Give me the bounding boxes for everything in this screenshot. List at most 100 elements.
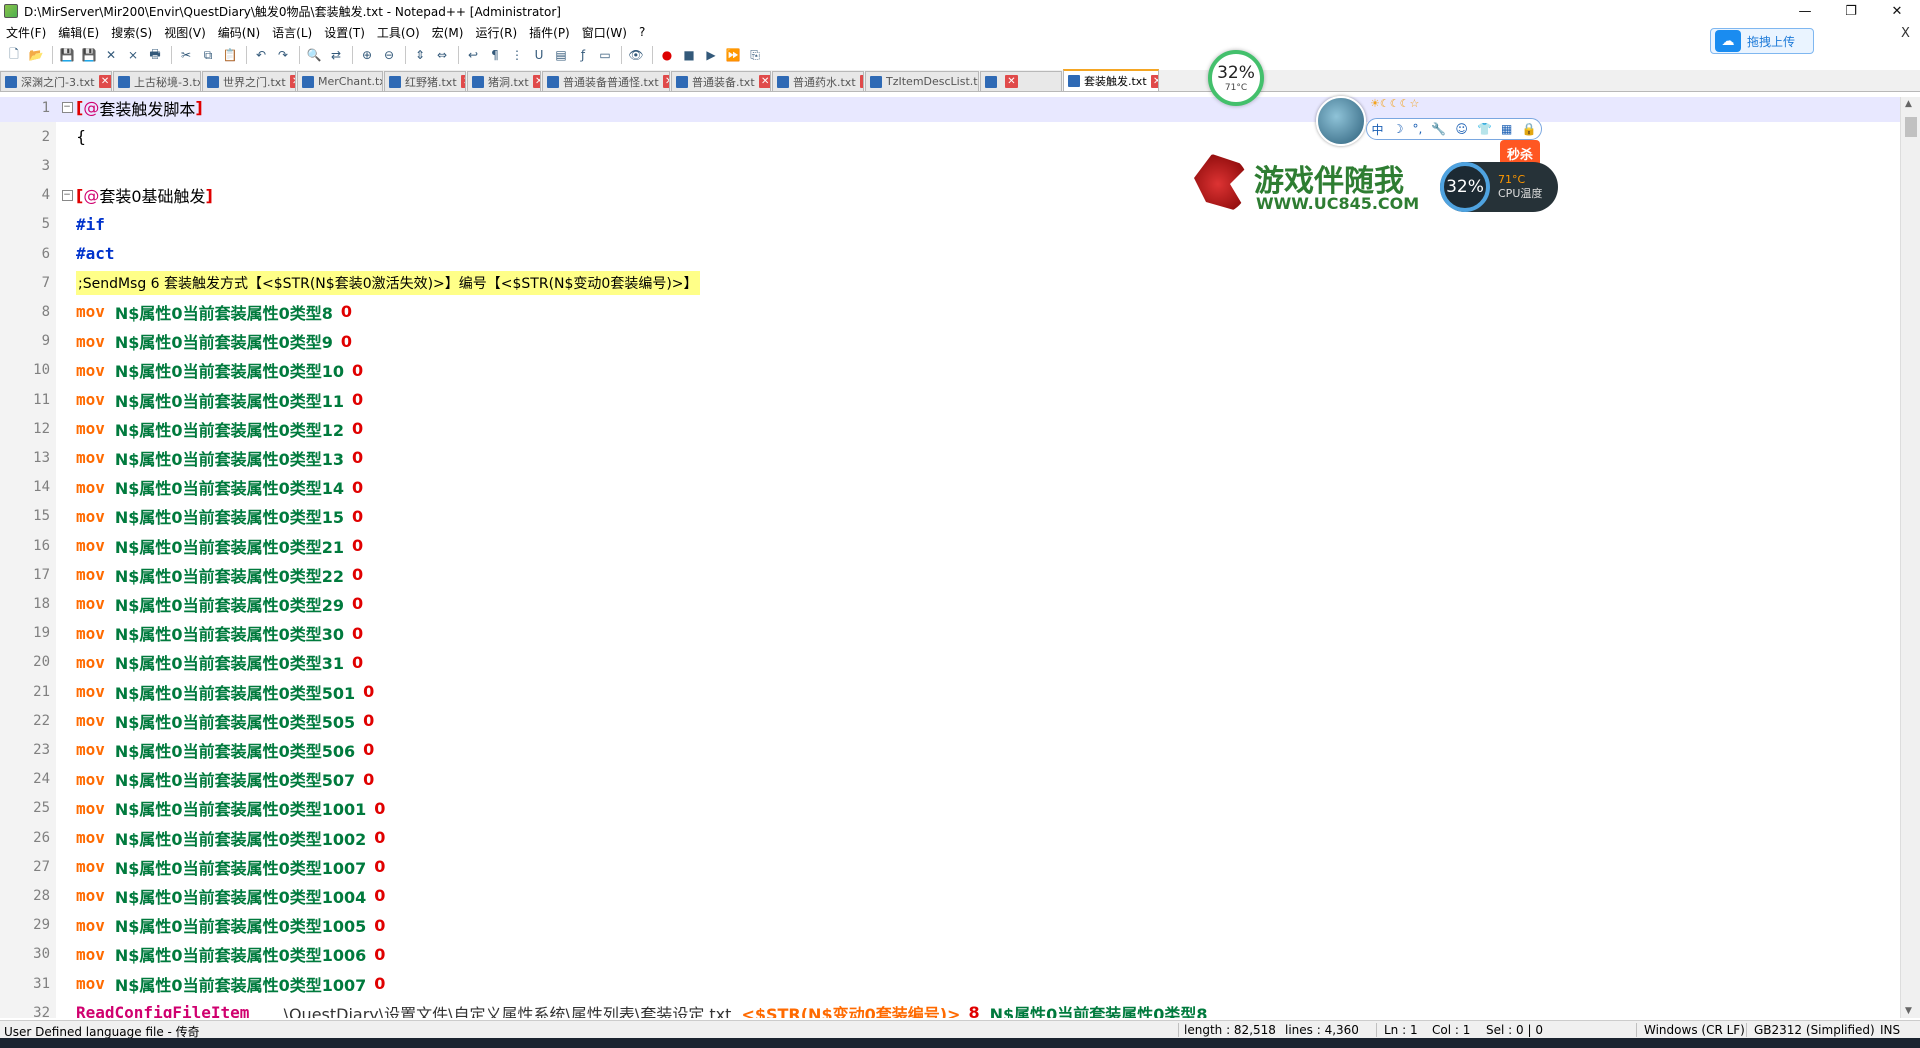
- menu-item[interactable]: 窗口(W): [576, 24, 633, 41]
- stop-icon[interactable]: ■: [679, 45, 699, 65]
- tab-close-icon[interactable]: ✕: [1150, 74, 1158, 88]
- replace-icon[interactable]: ⇄: [326, 45, 346, 65]
- tab-3[interactable]: 世界之门.txt✕: [202, 71, 296, 91]
- save-all-icon[interactable]: 💾: [79, 45, 99, 65]
- tab-close-icon[interactable]: ✕: [859, 75, 863, 88]
- close-all-icon[interactable]: ⨯: [123, 45, 143, 65]
- tab-close-icon[interactable]: ✕: [98, 75, 111, 88]
- record-icon[interactable]: ●: [657, 45, 677, 65]
- folder-workspace-icon[interactable]: ▭: [595, 45, 615, 65]
- sync-h-icon[interactable]: ⇔: [432, 45, 452, 65]
- close-button[interactable]: ✕: [1874, 0, 1920, 22]
- tab-close-icon[interactable]: ✕: [460, 75, 465, 88]
- mov-keyword: mov: [76, 448, 105, 468]
- undo-icon[interactable]: ↶: [251, 45, 271, 65]
- tab-10[interactable]: TzItemDescList.txt✕: [865, 71, 979, 91]
- tab-12[interactable]: 套装触发.txt✕: [1063, 69, 1159, 91]
- function-list-icon[interactable]: ƒ: [573, 45, 593, 65]
- tab-7[interactable]: 普通装备普通怪.txt✕: [542, 71, 670, 91]
- menu-item[interactable]: 运行(R): [469, 24, 523, 41]
- menu-item[interactable]: 插件(P): [523, 24, 576, 41]
- wrench-icon[interactable]: 🔧: [1431, 122, 1446, 136]
- document-close-button[interactable]: X: [1901, 26, 1910, 41]
- menu-item[interactable]: 工具(O): [371, 24, 426, 41]
- fold-marker[interactable]: −: [60, 189, 74, 201]
- all-chars-icon[interactable]: ¶: [485, 45, 505, 65]
- toolbar-separator: [621, 46, 622, 64]
- cpu-temp-widget[interactable]: 32% 71°C CPU温度: [1440, 162, 1558, 212]
- menu-item[interactable]: 视图(V): [158, 24, 212, 41]
- save-icon[interactable]: 💾: [57, 45, 77, 65]
- doc-map-icon[interactable]: ▤: [551, 45, 571, 65]
- cut-icon[interactable]: ✂: [176, 45, 196, 65]
- menu-item[interactable]: 编码(N): [212, 24, 266, 41]
- save-macro-icon[interactable]: ⎘: [745, 45, 765, 65]
- tab-1[interactable]: 深渊之门-3.txt ✕: [0, 71, 112, 91]
- copy-icon[interactable]: ⧉: [198, 45, 218, 65]
- ime-avatar[interactable]: [1316, 96, 1366, 146]
- tab-close-icon[interactable]: ✕: [532, 75, 540, 88]
- open-file-icon[interactable]: 📂: [26, 45, 46, 65]
- variable-name: N$属性0当前套装属性0类型9: [114, 333, 333, 353]
- menu-item[interactable]: 宏(M): [426, 24, 470, 41]
- paste-icon[interactable]: 📋: [220, 45, 240, 65]
- cpu-usage-widget[interactable]: 32% 71°C: [1208, 50, 1264, 106]
- scroll-down-arrow[interactable]: ▼: [1905, 1006, 1912, 1016]
- redo-icon[interactable]: ↷: [273, 45, 293, 65]
- tab-5[interactable]: 红野猪.txt✕: [384, 71, 466, 91]
- line-number: 18: [33, 595, 50, 612]
- tab-close-icon[interactable]: ✕: [1005, 75, 1018, 88]
- find-icon[interactable]: 🔍: [304, 45, 324, 65]
- menu-item[interactable]: ?: [633, 25, 651, 39]
- emoji-icon[interactable]: ☺: [1455, 122, 1468, 136]
- new-file-icon[interactable]: 🗋: [4, 45, 24, 65]
- close-icon[interactable]: ✕: [101, 45, 121, 65]
- tab-6[interactable]: 猪洞.txt✕: [467, 71, 541, 91]
- number-value: 0: [374, 857, 386, 877]
- indent-guide-icon[interactable]: ⋮: [507, 45, 527, 65]
- ime-mode-icon[interactable]: 中: [1372, 121, 1384, 138]
- zoom-out-icon[interactable]: ⊖: [379, 45, 399, 65]
- moon-icon[interactable]: ☽: [1393, 122, 1404, 136]
- sync-v-icon[interactable]: ⇕: [410, 45, 430, 65]
- play-multi-icon[interactable]: ⏩: [723, 45, 743, 65]
- maximize-button[interactable]: ❐: [1828, 0, 1874, 22]
- menu-item[interactable]: 设置(T): [318, 24, 371, 41]
- grid-icon[interactable]: ▦: [1501, 122, 1512, 136]
- tab-8[interactable]: 普通装备.txt ✕: [671, 71, 771, 91]
- play-icon[interactable]: ▶: [701, 45, 721, 65]
- punctuation-icon[interactable]: °,: [1412, 122, 1422, 136]
- monitor-icon[interactable]: 👁: [626, 45, 646, 65]
- lock-icon[interactable]: 🔒: [1521, 122, 1536, 136]
- fold-marker[interactable]: −: [60, 102, 74, 113]
- udl-icon[interactable]: U: [529, 45, 549, 65]
- status-eol[interactable]: Windows (CR LF): [1644, 1023, 1745, 1037]
- word-wrap-icon[interactable]: ↩: [463, 45, 483, 65]
- fold-toggle-icon[interactable]: −: [61, 102, 73, 113]
- menu-item[interactable]: 文件(F): [0, 24, 52, 41]
- cloud-upload-button[interactable]: ☁ 拖拽上传: [1710, 28, 1814, 54]
- scroll-thumb[interactable]: [1905, 117, 1917, 137]
- tab-close-icon[interactable]: ✕: [758, 75, 770, 88]
- print-icon[interactable]: 🖶: [145, 45, 165, 65]
- fold-toggle-icon[interactable]: −: [61, 189, 73, 201]
- minimize-button[interactable]: —: [1782, 0, 1828, 22]
- skin-icon[interactable]: 👕: [1477, 122, 1492, 136]
- menu-item[interactable]: 编辑(E): [52, 24, 105, 41]
- tab-2[interactable]: 上古秘境-3.txt✕: [113, 71, 201, 91]
- menu-item[interactable]: 搜索(S): [105, 24, 158, 41]
- tab-close-icon[interactable]: ✕: [289, 75, 295, 88]
- tab-11[interactable]: ✕: [980, 71, 1062, 91]
- tab-label: MerChant.txt: [318, 75, 383, 88]
- code-text: mov N$属性0当前套装属性0类型31 0: [76, 650, 363, 674]
- scroll-up-arrow[interactable]: ▲: [1905, 99, 1912, 109]
- zoom-in-icon[interactable]: ⊕: [357, 45, 377, 65]
- vertical-scrollbar[interactable]: ▲ ▼: [1900, 97, 1920, 1018]
- menu-item[interactable]: 语言(L): [266, 24, 318, 41]
- tab-close-icon[interactable]: ✕: [662, 75, 669, 88]
- status-encoding[interactable]: GB2312 (Simplified): [1754, 1023, 1875, 1037]
- line-number: 5: [41, 216, 50, 233]
- tab-4[interactable]: MerChant.txt✕: [297, 71, 383, 91]
- tab-9[interactable]: 普通药水.txt✕: [772, 71, 864, 91]
- editor[interactable]: 1−[@ 套装触发脚本] 2{3 4−[@ 套装0基础触发] 5 #if 6 #act 7 ;Sen…: [0, 97, 1900, 1018]
